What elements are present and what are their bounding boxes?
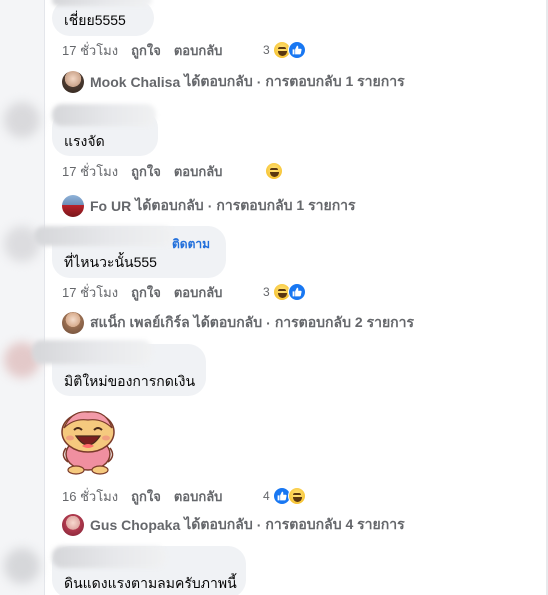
reply-count: การตอบกลับ 2 รายการ bbox=[274, 314, 415, 330]
separator-dot: · bbox=[256, 517, 262, 533]
reaction-summary[interactable]: 3 bbox=[263, 41, 306, 59]
replier-name: Fo UR bbox=[90, 198, 132, 214]
reaction-count: 3 bbox=[263, 43, 270, 57]
replier-avatar bbox=[62, 312, 84, 334]
replier-name: Gus Chopaka bbox=[90, 517, 181, 533]
blurred-author-name bbox=[52, 546, 166, 568]
blurred-avatar bbox=[4, 548, 40, 584]
replied-label: ได้ตอบกลับ bbox=[184, 516, 253, 532]
blurred-avatar bbox=[4, 102, 40, 138]
reaction-count: 4 bbox=[263, 489, 270, 503]
replier-avatar bbox=[62, 195, 84, 217]
reply-count: การตอบกลับ 1 รายการ bbox=[216, 197, 356, 213]
reply-button[interactable]: ตอบกลับ bbox=[174, 282, 223, 303]
comment-timestamp[interactable]: 16 ชั่วโมง bbox=[62, 486, 118, 507]
view-replies-link[interactable]: Mook Chalisa ได้ตอบกลับ · การตอบกลับ 1 ร… bbox=[62, 71, 405, 93]
left-page-edge bbox=[0, 0, 44, 595]
replier-avatar bbox=[62, 71, 84, 93]
laughing-character-sticker bbox=[61, 411, 115, 475]
haha-icon bbox=[265, 162, 283, 180]
comment-text: แรงจัด bbox=[64, 133, 105, 149]
comment-text: ที่ไหนวะนั้น555 bbox=[64, 254, 157, 270]
replier-name: Mook Chalisa bbox=[90, 74, 181, 90]
reaction-summary[interactable] bbox=[262, 162, 283, 180]
replier-avatar bbox=[62, 514, 84, 536]
separator-dot: · bbox=[207, 198, 213, 214]
reply-count: การตอบกลับ 4 รายการ bbox=[265, 516, 405, 532]
haha-icon bbox=[287, 487, 306, 505]
comment-timestamp[interactable]: 17 ชั่วโมง bbox=[62, 161, 118, 182]
comment-timestamp[interactable]: 17 ชั่วโมง bbox=[62, 282, 118, 303]
reaction-count: 3 bbox=[263, 285, 270, 299]
blurred-author-name bbox=[52, 104, 156, 126]
view-replies-link[interactable]: Gus Chopaka ได้ตอบกลับ · การตอบกลับ 4 รา… bbox=[62, 514, 405, 536]
replied-label: ได้ตอบกลับ bbox=[135, 197, 204, 213]
like-icon bbox=[287, 283, 306, 301]
reply-count: การตอบกลับ 1 รายการ bbox=[265, 73, 405, 89]
comment-actions: 17 ชั่วโมง ถูกใจ ตอบกลับ bbox=[62, 283, 235, 301]
comment-text: เชี่ยย5555 bbox=[64, 12, 126, 28]
like-icon bbox=[287, 41, 306, 59]
like-button[interactable]: ถูกใจ bbox=[131, 486, 161, 507]
reaction-summary[interactable]: 3 bbox=[263, 283, 306, 301]
like-button[interactable]: ถูกใจ bbox=[131, 282, 161, 303]
blurred-author-name bbox=[52, 0, 152, 6]
comment-text: มิติใหม่ของการกดเงิน bbox=[64, 373, 196, 389]
replier-name: สแน็ก เพลย์เกิร์ล bbox=[90, 314, 190, 330]
reply-button[interactable]: ตอบกลับ bbox=[174, 486, 223, 507]
replied-label: ได้ตอบกลับ bbox=[184, 73, 253, 89]
like-button[interactable]: ถูกใจ bbox=[131, 40, 161, 61]
view-replies-link[interactable]: Fo UR ได้ตอบกลับ · การตอบกลับ 1 รายการ bbox=[62, 195, 356, 217]
follow-button[interactable]: ติดตาม bbox=[172, 235, 210, 254]
like-button[interactable]: ถูกใจ bbox=[131, 161, 161, 182]
reply-button[interactable]: ตอบกลับ bbox=[174, 161, 223, 182]
separator-dot: · bbox=[256, 74, 262, 90]
reaction-summary[interactable]: 4 bbox=[263, 487, 306, 505]
left-divider bbox=[44, 0, 45, 595]
blurred-author-name bbox=[32, 340, 152, 364]
comment-actions: 17 ชั่วโมง ถูกใจ ตอบกลับ bbox=[62, 41, 235, 59]
comment-actions: 16 ชั่วโมง ถูกใจ ตอบกลับ bbox=[62, 487, 235, 505]
replied-label: ได้ตอบกลับ bbox=[193, 314, 263, 330]
comment-timestamp[interactable]: 17 ชั่วโมง bbox=[62, 40, 118, 61]
reply-button[interactable]: ตอบกลับ bbox=[174, 40, 223, 61]
comment-text: ดินแดงแรงตามลมครับภาพนี้ bbox=[64, 575, 237, 591]
view-replies-link[interactable]: สแน็ก เพลย์เกิร์ล ได้ตอบกลับ · การตอบกลั… bbox=[62, 312, 414, 334]
separator-dot: · bbox=[266, 315, 271, 331]
blurred-author-name bbox=[34, 226, 174, 246]
comment-actions: 17 ชั่วโมง ถูกใจ ตอบกลับ bbox=[62, 162, 235, 180]
